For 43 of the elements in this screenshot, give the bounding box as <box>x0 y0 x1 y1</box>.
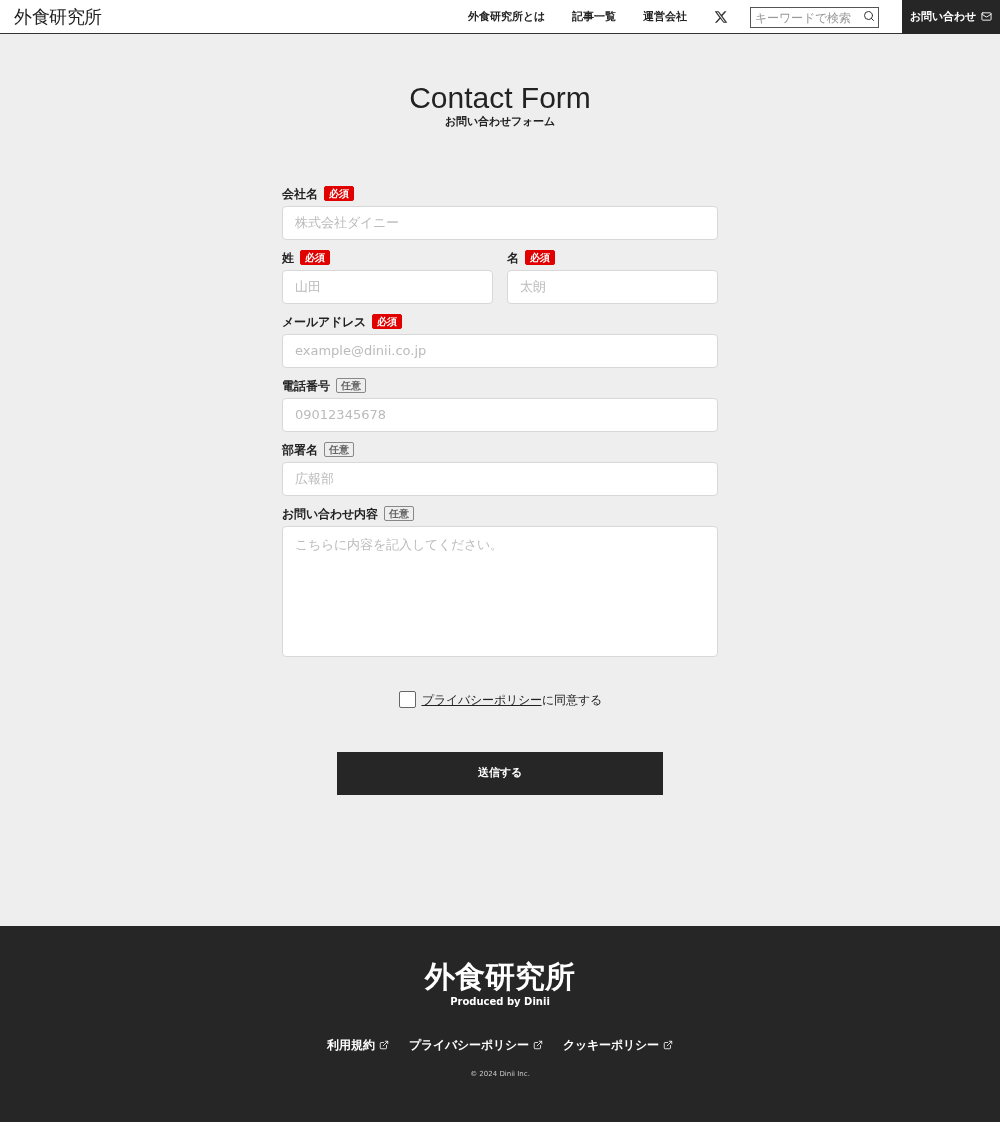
field-tag: 必須 <box>372 314 402 329</box>
search-icon[interactable] <box>863 9 875 22</box>
field-tag: 必須 <box>525 250 555 265</box>
nav-link[interactable]: 記事一覧 <box>572 8 616 25</box>
field-label: 姓 <box>282 249 294 267</box>
external-link-icon <box>379 1040 389 1050</box>
field-tag: 必須 <box>300 250 330 265</box>
field-label: メールアドレス <box>282 313 366 331</box>
input-field[interactable]: 広報部 <box>282 461 718 496</box>
privacy-policy-link[interactable]: プライバシーポリシー <box>421 690 542 709</box>
nav-link[interactable]: 外食研究所とは <box>468 8 545 25</box>
field-tag: 任意 <box>384 506 414 521</box>
contact-button[interactable]: お問い合わせ <box>902 0 1000 34</box>
message-field[interactable]: こちらに内容を記入してください。 <box>282 525 718 657</box>
input-field[interactable]: 太朗 <box>507 269 718 304</box>
footer-link[interactable]: プライバシーポリシー <box>409 1036 543 1054</box>
field-tag: 任意 <box>324 442 354 457</box>
external-link-icon <box>663 1040 673 1050</box>
footer-link[interactable]: 利用規約 <box>327 1036 389 1054</box>
footer-link[interactable]: クッキーポリシー <box>563 1036 673 1054</box>
mail-icon <box>981 11 992 22</box>
field-tag: 必須 <box>324 186 354 201</box>
input-field[interactable]: 09012345678 <box>282 397 718 432</box>
field-label: お問い合わせ内容 <box>282 505 378 523</box>
field-label: 部署名 <box>282 441 318 459</box>
site-logo[interactable]: 外食研究所 <box>14 3 102 30</box>
agree-text: に同意する <box>541 691 602 709</box>
page-title: Contact Form <box>409 80 591 116</box>
field-label: 名 <box>507 249 519 267</box>
input-field[interactable]: example@dinii.co.jp <box>282 333 718 368</box>
search-field[interactable]: キーワードで検索 <box>750 7 879 28</box>
page-subtitle: お問い合わせフォーム <box>445 114 555 130</box>
external-link-icon <box>533 1040 543 1050</box>
field-label: 電話番号 <box>282 377 330 395</box>
footer-logo[interactable]: 外食研究所 <box>425 960 575 994</box>
x-logo-icon[interactable] <box>714 9 728 24</box>
field-tag: 任意 <box>336 378 366 393</box>
submit-button[interactable]: 送信する <box>337 751 663 795</box>
input-field[interactable]: 山田 <box>282 269 493 304</box>
nav-link[interactable]: 運営会社 <box>643 8 687 25</box>
field-label: 会社名 <box>282 185 318 203</box>
agree-checkbox[interactable] <box>398 691 416 708</box>
footer-tagline: Produced by Dinii <box>450 995 550 1009</box>
